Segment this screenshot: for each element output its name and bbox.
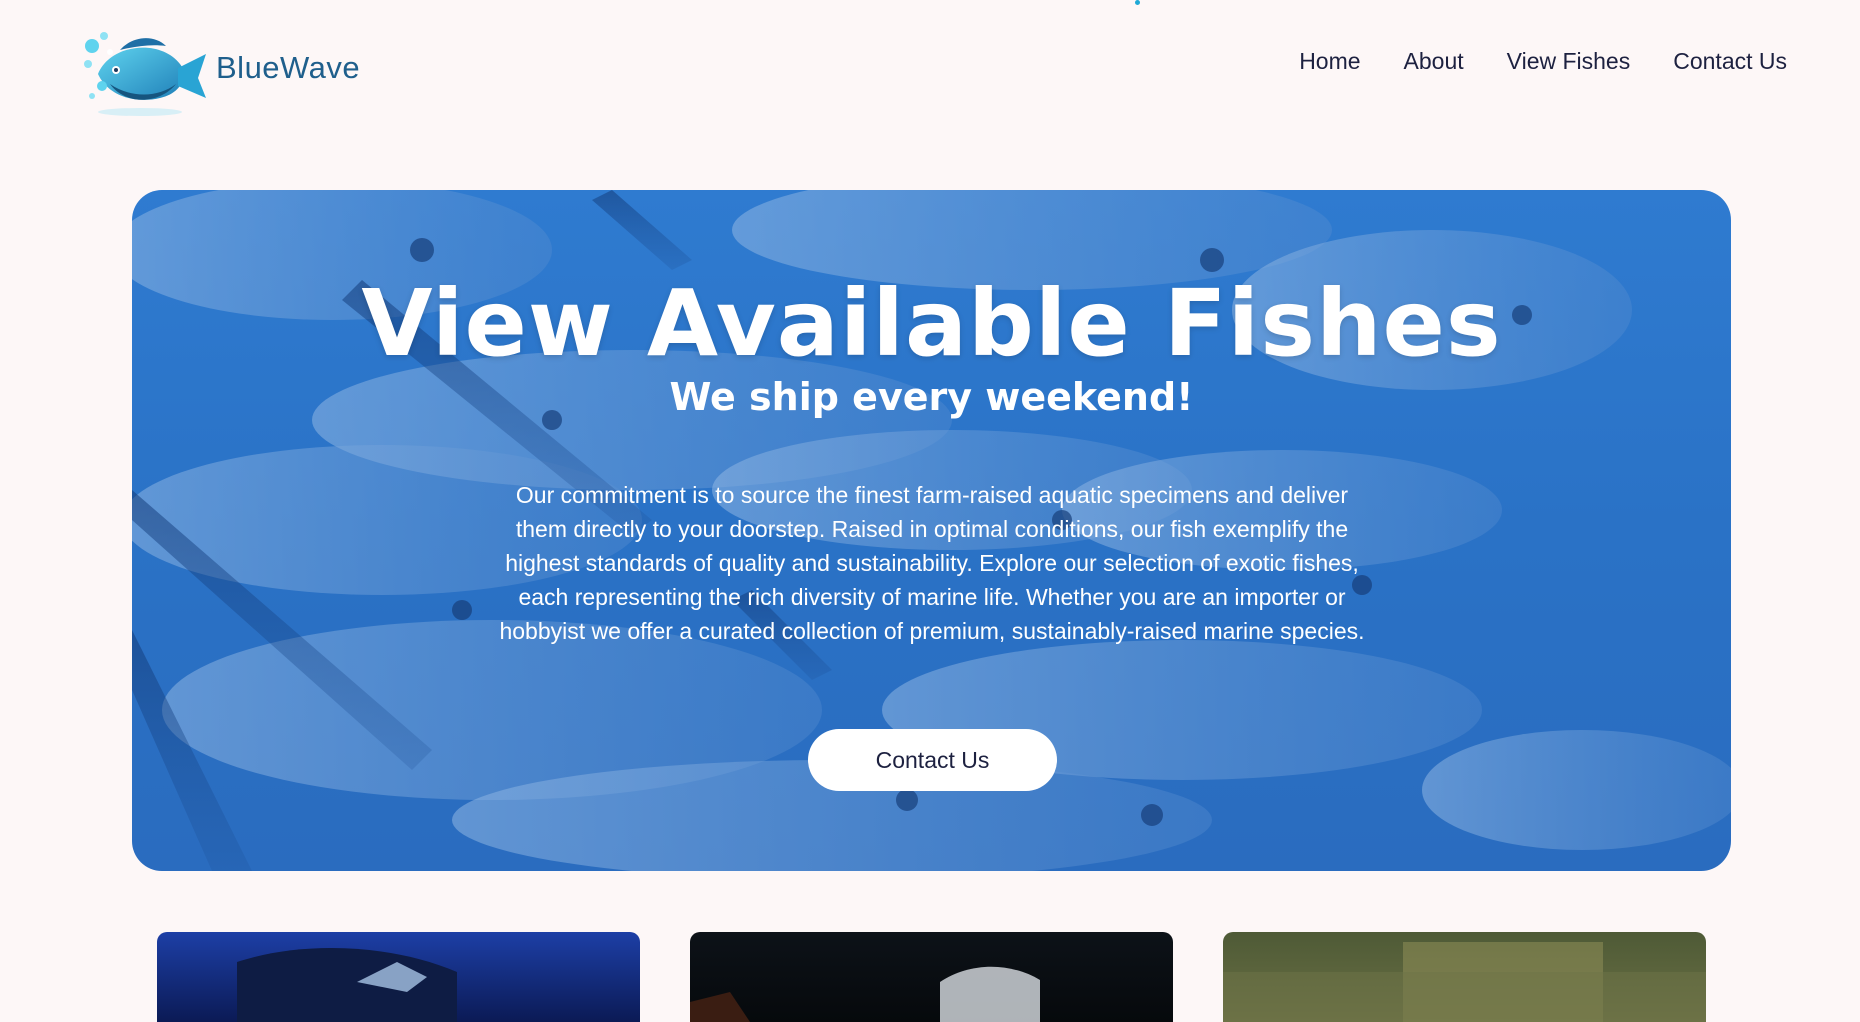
site-header: BlueWave Home About View Fishes Contact … [0, 0, 1860, 130]
brand-name: BlueWave [216, 50, 361, 85]
hero-description: Our commitment is to source the finest f… [499, 482, 1365, 644]
nav-contact-us-link[interactable]: Contact Us [1673, 48, 1787, 75]
hero-banner: View Available Fishes We ship every week… [132, 190, 1731, 871]
fish-card-image [237, 948, 457, 1022]
fish-logo-icon [84, 32, 206, 116]
hero-title: View Available Fishes [361, 270, 1502, 377]
brand-link[interactable]: BlueWave [80, 24, 360, 120]
fish-card[interactable] [1223, 932, 1706, 1022]
contact-us-button[interactable]: Contact Us [808, 729, 1057, 791]
fish-card[interactable] [157, 932, 640, 1022]
main-nav: Home About View Fishes Contact Us [1299, 48, 1787, 75]
fish-card[interactable] [690, 932, 1173, 1022]
fish-card-image [1223, 942, 1706, 1022]
loading-dot [1135, 0, 1140, 5]
nav-about-link[interactable]: About [1404, 48, 1464, 75]
fish-card-image [690, 966, 1040, 1022]
hero-subtitle: We ship every weekend! [669, 375, 1194, 419]
nav-view-fishes-link[interactable]: View Fishes [1507, 48, 1631, 75]
nav-home-link[interactable]: Home [1299, 48, 1360, 75]
